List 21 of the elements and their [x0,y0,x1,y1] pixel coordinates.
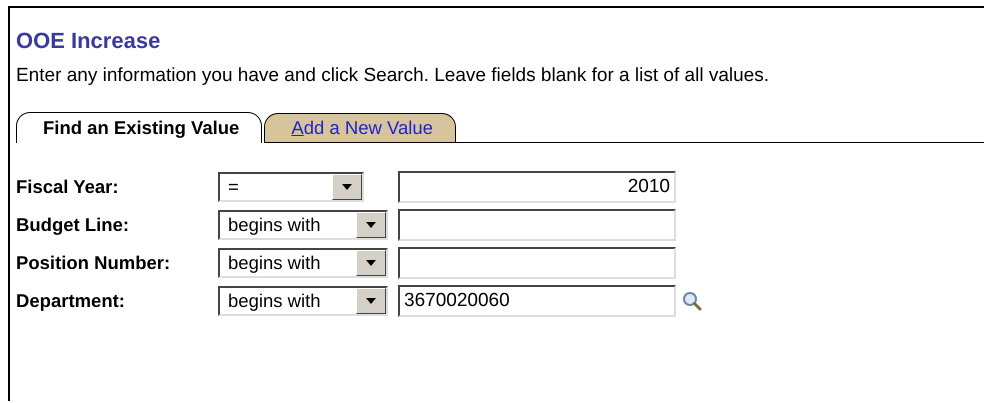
input-field[interactable] [398,209,676,241]
field-label: Position Number: [16,252,172,274]
tab[interactable]: Find an Existing Value [16,112,262,143]
field-label: Fiscal Year: [16,176,120,198]
operator-dropdown[interactable]: = [218,172,364,202]
page-title: OOE Increase [16,28,162,54]
caret-icon [366,260,376,266]
field-label: Department: [16,290,126,312]
input-field[interactable]: 2010 [398,171,676,203]
search-icon[interactable] [682,291,702,311]
caret-icon [342,184,352,190]
input-field[interactable] [398,247,676,279]
field-label: Budget Line: [16,214,130,236]
instructions-text: Enter any information you have and click Search. Leave fields blank for a list of all values. [16,64,770,88]
operator-dropdown[interactable]: begins with [218,286,388,316]
operator-dropdown[interactable]: begins with [218,248,388,278]
operator-dropdown[interactable]: begins with [218,210,388,240]
caret-icon [366,298,376,304]
tab[interactable]: Add a New Value [264,112,456,143]
input-field[interactable]: 3670020060 [398,285,676,317]
caret-icon [366,222,376,228]
